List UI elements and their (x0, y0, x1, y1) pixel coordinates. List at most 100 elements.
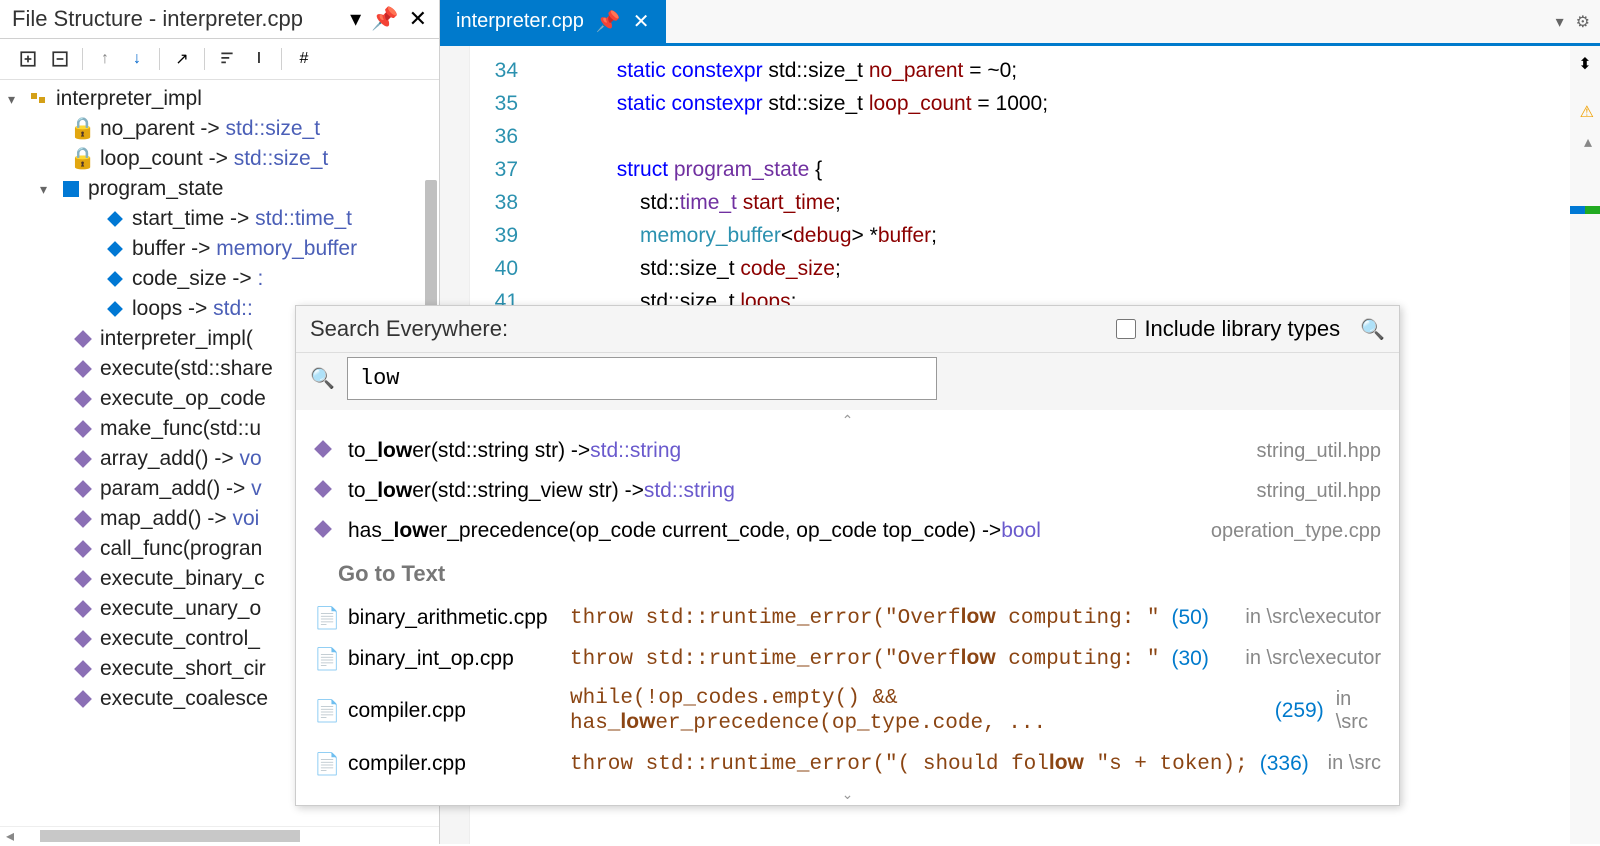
checkbox-input[interactable] (1116, 319, 1136, 339)
chevron-down-icon[interactable]: ▾ (40, 181, 60, 198)
down-arrow-icon[interactable]: ↓ (123, 45, 151, 73)
up-arrow-icon[interactable]: ↑ (91, 45, 119, 73)
result-location: in \src\executor (1245, 606, 1381, 629)
external-icon[interactable]: ↗ (168, 45, 196, 73)
dropdown-icon[interactable]: ▾ (1556, 12, 1564, 32)
result-file: operation_type.cpp (1211, 520, 1381, 543)
field-icon (104, 268, 126, 290)
search-results: ⌃ to_lower(std::string str) -> std::stri… (296, 410, 1399, 805)
result-line-number: (259) (1275, 699, 1324, 723)
chevron-down-icon[interactable]: ▾ (8, 91, 28, 108)
lock-method-icon (72, 598, 94, 620)
tree-field[interactable]: 🔒 loop_count -> std::size_t (0, 144, 439, 174)
method-icon (314, 440, 336, 462)
search-input-row: 🔍 (296, 353, 1399, 410)
collapse-all-icon[interactable] (46, 45, 74, 73)
search-icon: 🔍 (310, 366, 335, 391)
search-result-text[interactable]: 📄 binary_int_op.cpp throw std::runtime_e… (296, 638, 1399, 679)
scrollbar-thumb[interactable] (40, 830, 300, 842)
tree-field[interactable]: buffer -> memory_buffer (0, 234, 439, 264)
tree-struct[interactable]: ▾ program_state (0, 174, 439, 204)
line-number: 38 (470, 186, 518, 219)
result-location: in \src (1328, 752, 1381, 775)
search-result-symbol[interactable]: to_lower(std::string_view str) -> std::s… (296, 471, 1399, 511)
code-line[interactable]: memory_buffer<debug> *buffer; (570, 219, 1570, 252)
file-icon: 📄 (314, 700, 336, 722)
line-number: 37 (470, 153, 518, 186)
code-line[interactable]: std::size_t code_size; (570, 252, 1570, 285)
fs-header: File Structure - interpreter.cpp ▾ 📌 ✕ (0, 0, 439, 39)
namespace-icon (28, 88, 50, 110)
line-number: 39 (470, 219, 518, 252)
result-file: string_util.hpp (1256, 440, 1381, 463)
pin-tab-icon[interactable]: 📌 (596, 9, 621, 34)
result-filename: compiler.cpp (348, 699, 558, 723)
expand-up-icon[interactable]: ⌃ (296, 410, 1399, 431)
constructor-icon (72, 328, 94, 350)
close-icon[interactable]: ✕ (409, 6, 427, 32)
code-line[interactable] (570, 120, 1570, 153)
marker[interactable] (1570, 206, 1600, 214)
result-location: in \src (1336, 688, 1381, 734)
file-icon: 📄 (314, 607, 336, 629)
fs-title: File Structure - interpreter.cpp (12, 6, 350, 32)
code-line[interactable]: static constexpr std::size_t loop_count … (570, 87, 1570, 120)
code-line[interactable]: std::time_t start_time; (570, 186, 1570, 219)
tab-bar: interpreter.cpp 📌 ✕ ▾ ⚙ (440, 0, 1600, 46)
tree-root[interactable]: ▾ interpreter_impl (0, 84, 439, 114)
field-icon (104, 238, 126, 260)
method-icon (314, 520, 336, 542)
search-result-text[interactable]: 📄 compiler.cpp throw std::runtime_error(… (296, 743, 1399, 784)
code-line[interactable]: struct program_state { (570, 153, 1570, 186)
right-margin: ⬍ ⚠ ▴ (1570, 46, 1600, 844)
lock-method-icon (72, 688, 94, 710)
editor-tab[interactable]: interpreter.cpp 📌 ✕ (440, 0, 666, 43)
up-icon[interactable]: ▴ (1584, 132, 1592, 152)
gear-icon[interactable]: ⚙ (1576, 12, 1590, 32)
result-file: string_util.hpp (1256, 480, 1381, 503)
file-icon: 📄 (314, 753, 336, 775)
result-filename: binary_int_op.cpp (348, 647, 558, 671)
result-filename: compiler.cpp (348, 752, 558, 776)
search-input[interactable] (347, 357, 937, 400)
lock-field-icon: 🔒 (72, 148, 94, 170)
search-result-text[interactable]: 📄 compiler.cpp while(!op_codes.empty() &… (296, 679, 1399, 743)
warning-icon[interactable]: ⚠ (1580, 102, 1594, 122)
horizontal-scrollbar[interactable]: ◂ (0, 826, 439, 844)
expand-down-icon[interactable]: ⌄ (296, 784, 1399, 805)
code-line[interactable]: static constexpr std::size_t no_parent =… (570, 54, 1570, 87)
result-line-number: (336) (1260, 752, 1309, 776)
result-location: in \src\executor (1245, 647, 1381, 670)
lock-method-icon (72, 538, 94, 560)
sort-icon[interactable] (213, 45, 241, 73)
file-icon: 📄 (314, 648, 336, 670)
dropdown-icon[interactable]: ▾ (350, 6, 361, 32)
include-library-checkbox[interactable]: Include library types (1116, 316, 1340, 342)
line-number: 35 (470, 87, 518, 120)
tree-field[interactable]: code_size -> : (0, 264, 439, 294)
search-result-text[interactable]: 📄 binary_arithmetic.cpp throw std::runti… (296, 597, 1399, 638)
section-header: Go to Text (296, 551, 1399, 597)
pin-icon[interactable]: 📌 (371, 6, 398, 32)
close-tab-icon[interactable]: ✕ (633, 9, 650, 34)
line-number: 36 (470, 120, 518, 153)
search-result-symbol[interactable]: has_lower_precedence(op_code current_cod… (296, 511, 1399, 551)
lock-method-icon (72, 508, 94, 530)
search-result-symbol[interactable]: to_lower(std::string str) -> std::string… (296, 431, 1399, 471)
result-line-number: (30) (1172, 647, 1209, 671)
result-line-number: (50) (1172, 606, 1209, 630)
fs-toolbar: ↑ ↓ ↗ I # (0, 39, 439, 80)
tree-field[interactable]: 🔒 no_parent -> std::size_t (0, 114, 439, 144)
search-everywhere-popup: Search Everywhere: Include library types… (295, 305, 1400, 806)
hash-icon[interactable]: # (290, 45, 318, 73)
scroll-left-icon[interactable]: ◂ (0, 826, 20, 846)
tree-field[interactable]: start_time -> std::time_t (0, 204, 439, 234)
line-number: 40 (470, 252, 518, 285)
field-icon (104, 208, 126, 230)
rename-icon[interactable]: I (245, 45, 273, 73)
expand-all-icon[interactable] (14, 45, 42, 73)
split-icon[interactable]: ⬍ (1571, 50, 1599, 78)
filter-icon[interactable]: 🔍 (1360, 317, 1385, 342)
lock-method-icon (72, 418, 94, 440)
lock-method-icon (72, 388, 94, 410)
